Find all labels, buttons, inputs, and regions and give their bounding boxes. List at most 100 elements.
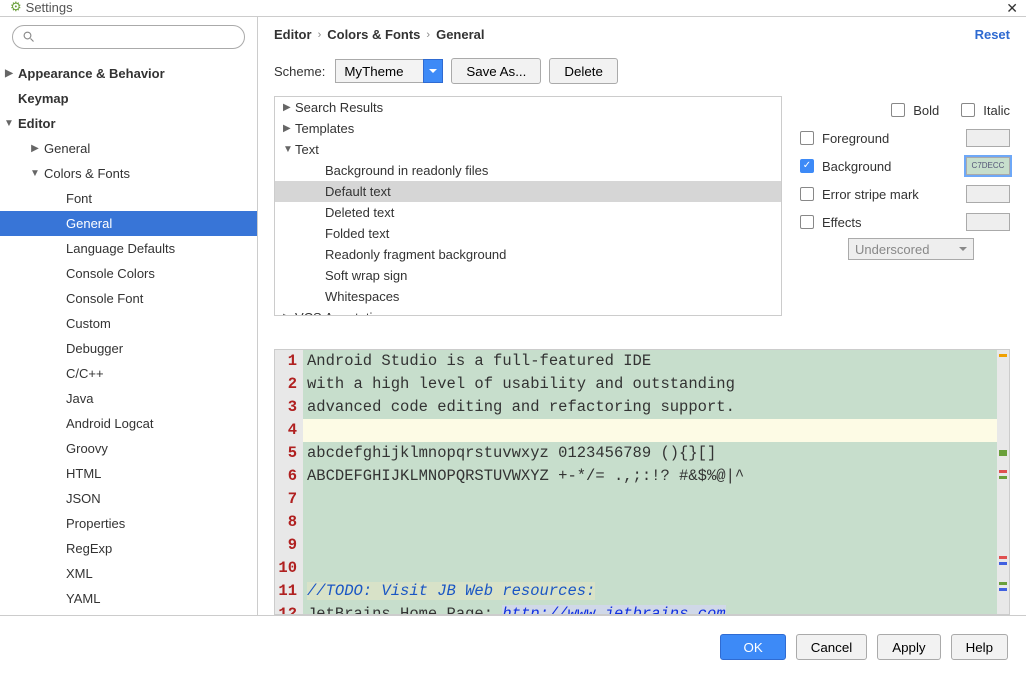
foreground-checkbox[interactable] (800, 131, 814, 145)
nav-item-debugger[interactable]: Debugger (0, 336, 257, 361)
error-stripe-swatch[interactable] (966, 185, 1010, 203)
ok-button[interactable]: OK (720, 634, 785, 660)
nav-item-html[interactable]: HTML (0, 461, 257, 486)
chevron-right-icon: › (426, 29, 430, 41)
nav-item-label: YAML (66, 591, 100, 606)
scheme-value[interactable] (335, 59, 423, 83)
attr-text[interactable]: ▼Text (275, 139, 781, 160)
nav-item-label: HTML (66, 466, 101, 481)
delete-button[interactable]: Delete (549, 58, 618, 84)
nav-item-editor[interactable]: ▼Editor (0, 111, 257, 136)
nav-item-yaml[interactable]: YAML (0, 586, 257, 611)
attr-search-results[interactable]: ▶Search Results (275, 97, 781, 118)
attr-label: Default text (325, 184, 391, 199)
arrow-icon: ▶ (283, 312, 295, 316)
attr-label: Deleted text (325, 205, 394, 220)
attr-label: Folded text (325, 226, 389, 241)
nav-item-c-c-[interactable]: C/C++ (0, 361, 257, 386)
nav-item-android-logcat[interactable]: Android Logcat (0, 411, 257, 436)
code-area[interactable]: Android Studio is a full-featured IDEwit… (303, 350, 997, 614)
code-line (303, 557, 997, 580)
breadcrumb-colors-fonts[interactable]: Colors & Fonts (327, 27, 420, 42)
error-stripe (997, 350, 1009, 614)
nav-item-general[interactable]: General (0, 211, 257, 236)
effects-type-value: Underscored (855, 242, 929, 257)
nav-item-java[interactable]: Java (0, 386, 257, 411)
line-number: 9 (275, 534, 297, 557)
attr-templates[interactable]: ▶Templates (275, 118, 781, 139)
nav-item-regexp[interactable]: RegExp (0, 536, 257, 561)
nav-item-diff[interactable]: Diff (0, 611, 257, 615)
nav-item-appearance-behavior[interactable]: ▶Appearance & Behavior (0, 61, 257, 86)
line-number: 2 (275, 373, 297, 396)
nav-item-label: C/C++ (66, 366, 104, 381)
nav-item-keymap[interactable]: Keymap (0, 86, 257, 111)
nav-item-xml[interactable]: XML (0, 561, 257, 586)
arrow-icon: ▶ (4, 68, 14, 79)
nav-item-language-defaults[interactable]: Language Defaults (0, 236, 257, 261)
foreground-swatch[interactable] (966, 129, 1010, 147)
italic-label: Italic (983, 103, 1010, 118)
code-line: Android Studio is a full-featured IDE (303, 350, 997, 373)
settings-icon: ⚙ (10, 0, 22, 15)
attr-label: Background in readonly files (325, 163, 488, 178)
line-number: 1 (275, 350, 297, 373)
nav-item-label: General (66, 216, 112, 231)
attr-readonly-fragment-background[interactable]: Readonly fragment background (275, 244, 781, 265)
arrow-icon: ▶ (283, 102, 295, 113)
effects-checkbox[interactable] (800, 215, 814, 229)
search-input[interactable] (12, 25, 245, 49)
nav-item-label: Colors & Fonts (44, 166, 130, 181)
nav-item-properties[interactable]: Properties (0, 511, 257, 536)
nav-item-colors-fonts[interactable]: ▼ Colors & Fonts (0, 161, 257, 186)
bold-label: Bold (913, 103, 939, 118)
attr-default-text[interactable]: Default text (275, 181, 781, 202)
nav-item-custom[interactable]: Custom (0, 311, 257, 336)
help-button[interactable]: Help (951, 634, 1008, 660)
attr-deleted-text[interactable]: Deleted text (275, 202, 781, 223)
error-stripe-checkbox[interactable] (800, 187, 814, 201)
nav-item-general[interactable]: ▶General (0, 136, 257, 161)
attr-label: Readonly fragment background (325, 247, 506, 262)
breadcrumb-general: General (436, 27, 484, 42)
gutter: 123456789101112 (275, 350, 303, 614)
nav-item-json[interactable]: JSON (0, 486, 257, 511)
close-icon[interactable]: ✕ (1006, 0, 1018, 17)
foreground-label: Foreground (822, 131, 966, 146)
code-line: abcdefghijklmnopqrstuvwxyz 0123456789 ()… (303, 442, 997, 465)
arrow-icon: ▼ (30, 168, 40, 179)
nav-item-label: Font (66, 191, 92, 206)
nav-item-font[interactable]: Font (0, 186, 257, 211)
reset-link[interactable]: Reset (975, 27, 1010, 42)
line-number: 10 (275, 557, 297, 580)
search-icon (23, 31, 35, 43)
cancel-button[interactable]: Cancel (796, 634, 868, 660)
code-line: advanced code editing and refactoring su… (303, 396, 997, 419)
apply-button[interactable]: Apply (877, 634, 940, 660)
italic-checkbox[interactable] (961, 103, 975, 117)
attr-background-in-readonly-files[interactable]: Background in readonly files (275, 160, 781, 181)
code-line (303, 488, 997, 511)
nav-item-groovy[interactable]: Groovy (0, 436, 257, 461)
attr-vcs-annotations[interactable]: ▶VCS Annotations (275, 307, 781, 316)
nav-item-console-colors[interactable]: Console Colors (0, 261, 257, 286)
window-title: Settings (26, 0, 73, 15)
window-titlebar: ⚙ Settings ✕ (0, 0, 1026, 14)
breadcrumb-editor[interactable]: Editor (274, 27, 312, 42)
effects-swatch[interactable] (966, 213, 1010, 231)
background-swatch[interactable]: C7DECC (966, 157, 1010, 175)
line-number: 4 (275, 419, 297, 442)
effects-label: Effects (822, 215, 966, 230)
attr-folded-text[interactable]: Folded text (275, 223, 781, 244)
scheme-select[interactable] (335, 59, 443, 83)
background-checkbox[interactable] (800, 159, 814, 173)
chevron-down-icon[interactable] (423, 59, 443, 83)
attr-soft-wrap-sign[interactable]: Soft wrap sign (275, 265, 781, 286)
bold-checkbox[interactable] (891, 103, 905, 117)
save-as-button[interactable]: Save As... (451, 58, 541, 84)
nav-item-label: Android Logcat (66, 416, 153, 431)
code-line (303, 511, 997, 534)
attr-whitespaces[interactable]: Whitespaces (275, 286, 781, 307)
nav-item-console-font[interactable]: Console Font (0, 286, 257, 311)
nav-item-label: Console Colors (66, 266, 155, 281)
